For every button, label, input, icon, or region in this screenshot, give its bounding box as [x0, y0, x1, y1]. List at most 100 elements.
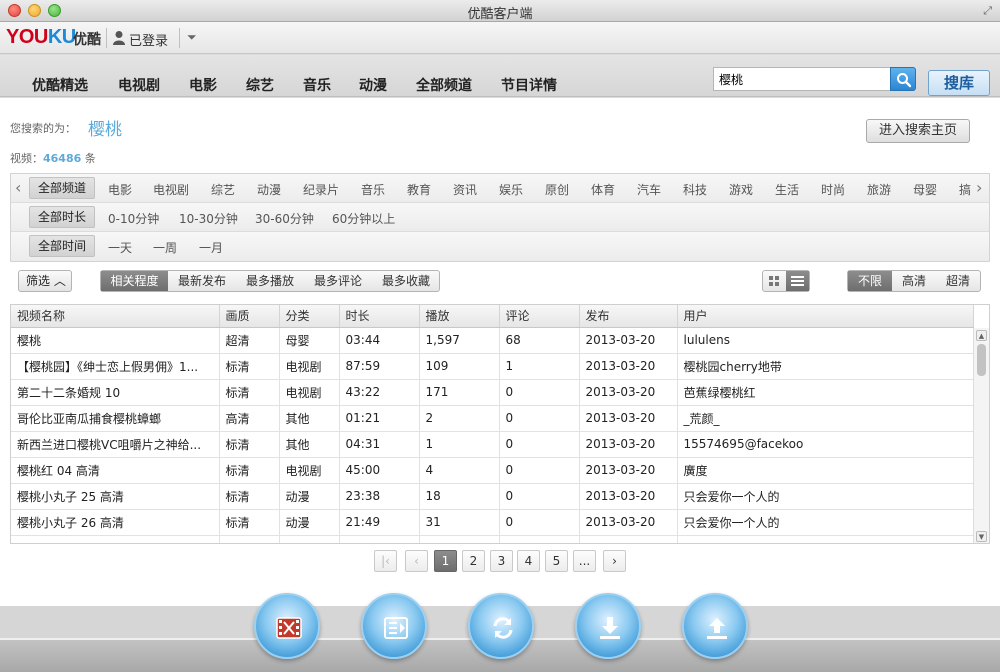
table-row[interactable]: 第二十二条婚规 10 标清 电视剧 43:22 171 0 2013-03-20 芭蕉绿樱桃红: [11, 379, 974, 406]
download-button[interactable]: [575, 593, 641, 659]
search-button[interactable]: [890, 67, 916, 91]
channel-option[interactable]: 游戏: [729, 181, 753, 198]
time-all[interactable]: 全部时间: [29, 235, 96, 257]
video-library-button[interactable]: [254, 593, 320, 659]
column-header-quality[interactable]: 画质: [219, 305, 280, 328]
filter-toggle-button[interactable]: 筛选 ︿: [18, 270, 72, 292]
channel-option[interactable]: 母婴: [913, 181, 937, 198]
upload-button[interactable]: [682, 593, 748, 659]
sync-button[interactable]: [468, 593, 534, 659]
first-page-button[interactable]: |‹: [374, 550, 397, 572]
column-header-duration[interactable]: 时长: [339, 305, 420, 328]
table-row[interactable]: 新西兰进口樱桃VC咀嚼片之神给... 标清 其他 04:31 1 0 2013-03-20 1…: [11, 431, 974, 458]
page-button[interactable]: 4: [517, 550, 540, 572]
sort-newest[interactable]: 最新发布: [168, 271, 236, 291]
table-row[interactable]: 樱桃 超清 母婴 03:44 1,597 68 2013-03-20 lululens: [11, 327, 974, 354]
nav-item-tv[interactable]: 电视剧: [118, 75, 160, 95]
time-option[interactable]: 一周: [153, 239, 177, 256]
table-row[interactable]: 樱桃小丸子 26 高清 标清 动漫 21:49 31 0 2013-03-20 只会爱你一个人…: [11, 509, 974, 536]
channel-option[interactable]: 生活: [775, 181, 799, 198]
page-button[interactable]: 3: [490, 550, 513, 572]
dropdown-menu-icon[interactable]: ⏷: [187, 30, 197, 45]
cell-published: 2013-03-20: [579, 379, 678, 406]
quality-hd[interactable]: 高清: [892, 271, 936, 291]
channel-option[interactable]: 纪录片: [303, 181, 339, 198]
channel-option[interactable]: 音乐: [361, 181, 385, 198]
souku-button[interactable]: 搜库: [928, 70, 990, 96]
table-row[interactable]: 哥伦比亚南瓜捕食樱桃蟑螂 高清 其他 01:21 2 0 2013-03-20 _荒颜_: [11, 405, 974, 432]
channel-option[interactable]: 体育: [591, 181, 615, 198]
scroll-down-icon[interactable]: ▼: [976, 531, 987, 542]
column-header-comments[interactable]: 评论: [499, 305, 580, 328]
nav-item-anime[interactable]: 动漫: [359, 75, 387, 95]
channel-option[interactable]: 原创: [545, 181, 569, 198]
duration-option[interactable]: 60分钟以上: [332, 210, 395, 227]
channel-option[interactable]: 电视剧: [153, 181, 189, 198]
table-scrollbar[interactable]: ▲ ▼: [973, 328, 989, 543]
chevron-left-icon[interactable]: ‹: [15, 178, 21, 197]
fullscreen-icon[interactable]: ⤢: [983, 4, 992, 18]
cell-comments: [499, 535, 580, 543]
nav-item-music[interactable]: 音乐: [303, 75, 331, 95]
column-header-category[interactable]: 分类: [279, 305, 340, 328]
quality-super-hd[interactable]: 超清: [936, 271, 980, 291]
nav-item-variety[interactable]: 综艺: [246, 75, 274, 95]
list-view-button[interactable]: [786, 271, 809, 291]
duration-option[interactable]: 0-10分钟: [108, 210, 159, 227]
cell-comments: 0: [499, 483, 580, 510]
page-button[interactable]: 2: [462, 550, 485, 572]
sort-most-favorites[interactable]: 最多收藏: [372, 271, 440, 291]
channel-option[interactable]: 电影: [108, 181, 132, 198]
search-input[interactable]: [714, 68, 884, 90]
channel-all[interactable]: 全部频道: [29, 177, 96, 199]
cell-category: 电视剧: [279, 379, 340, 406]
cell-category: 其他: [279, 405, 340, 432]
nav-item-featured[interactable]: 优酷精选: [32, 75, 88, 95]
channel-option[interactable]: 旅游: [867, 181, 891, 198]
table-row[interactable]: 【樱桃园】《绅士恋上假男佣》1... 标清 电视剧 87:59 109 1 2013-03-…: [11, 353, 974, 380]
channel-option[interactable]: 教育: [407, 181, 431, 198]
channel-option[interactable]: 娱乐: [499, 181, 523, 198]
channel-option[interactable]: 科技: [683, 181, 707, 198]
column-header-plays[interactable]: 播放: [419, 305, 500, 328]
nav-item-program-details[interactable]: 节目详情: [501, 75, 557, 95]
sort-relevance[interactable]: 相关程度: [101, 271, 168, 291]
grid-view-button[interactable]: [763, 271, 786, 291]
nav-item-movies[interactable]: 电影: [189, 75, 217, 95]
channel-option[interactable]: 动漫: [257, 181, 281, 198]
column-header-user[interactable]: 用户: [677, 305, 974, 328]
channel-option[interactable]: 汽车: [637, 181, 661, 198]
column-header-title[interactable]: 视频名称: [11, 305, 220, 328]
duration-option[interactable]: 10-30分钟: [179, 210, 238, 227]
scrollbar-thumb[interactable]: [977, 344, 986, 376]
cell-category: 其他: [279, 431, 340, 458]
duration-all[interactable]: 全部时长: [29, 206, 96, 228]
login-status[interactable]: 已登录: [129, 30, 168, 49]
table-row[interactable]: 樱桃小丸子 25 高清 标清 动漫 23:38 18 0 2013-03-20 只会爱你一个人…: [11, 483, 974, 510]
sort-most-played[interactable]: 最多播放: [236, 271, 304, 291]
table-row[interactable]: [11, 535, 974, 543]
column-header-published[interactable]: 发布: [579, 305, 678, 328]
channel-option[interactable]: 时尚: [821, 181, 845, 198]
channel-option[interactable]: 搞: [959, 181, 971, 198]
duration-option[interactable]: 30-60分钟: [255, 210, 314, 227]
time-option[interactable]: 一天: [108, 239, 132, 256]
sort-most-comments[interactable]: 最多评论: [304, 271, 372, 291]
scroll-up-icon[interactable]: ▲: [976, 330, 987, 341]
playlist-button[interactable]: [361, 593, 427, 659]
prev-page-button[interactable]: ‹: [405, 550, 428, 572]
channel-option[interactable]: 综艺: [211, 181, 235, 198]
channel-option[interactable]: 资讯: [453, 181, 477, 198]
cell-published: 2013-03-20: [579, 483, 678, 510]
cell-user: [677, 535, 974, 543]
time-option[interactable]: 一月: [199, 239, 223, 256]
quality-any[interactable]: 不限: [848, 271, 892, 291]
next-page-button[interactable]: ›: [603, 550, 626, 572]
page-button[interactable]: 1: [434, 550, 457, 572]
chevron-right-icon[interactable]: ›: [976, 178, 982, 197]
nav-item-all-channels[interactable]: 全部频道: [416, 75, 472, 95]
enter-search-home-button[interactable]: 进入搜索主页: [866, 119, 970, 143]
page-ellipsis[interactable]: ...: [573, 550, 596, 572]
table-row[interactable]: 樱桃红 04 高清 标清 电视剧 45:00 4 0 2013-03-20 廣度: [11, 457, 974, 484]
page-button[interactable]: 5: [545, 550, 568, 572]
